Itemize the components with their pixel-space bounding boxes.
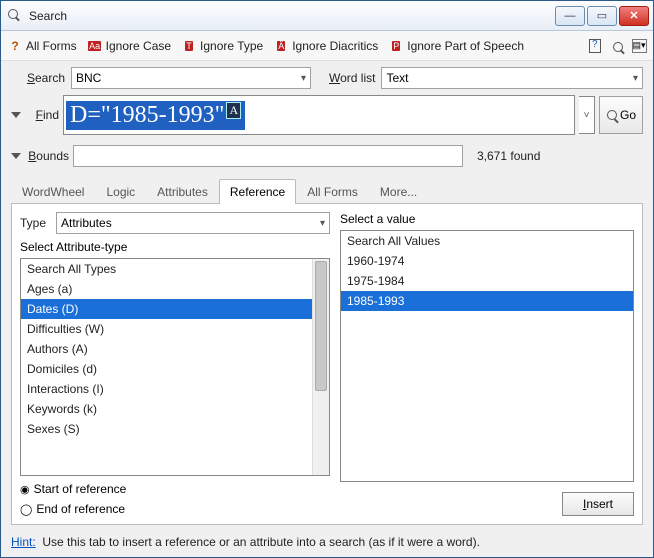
type-label: Type bbox=[20, 216, 50, 230]
tab-reference[interactable]: Reference bbox=[219, 179, 296, 204]
window-title: Search bbox=[29, 9, 555, 23]
close-button[interactable]: ✕ bbox=[619, 6, 649, 26]
list-item[interactable]: Interactions (I) bbox=[21, 379, 312, 399]
list-item[interactable]: 1985-1993 bbox=[341, 291, 633, 311]
search-dropdown[interactable]: BNC bbox=[71, 67, 311, 89]
search-icon[interactable] bbox=[609, 38, 625, 54]
titlebar: Search — ▭ ✕ bbox=[1, 1, 653, 31]
list-item[interactable]: Dates (D) bbox=[21, 299, 312, 319]
tab-all-forms[interactable]: All Forms bbox=[296, 179, 369, 204]
list-item[interactable]: Search All Values bbox=[341, 231, 633, 251]
list-item[interactable]: Search All Types bbox=[21, 259, 312, 279]
tab-attributes[interactable]: Attributes bbox=[146, 179, 219, 204]
list-item[interactable]: Sexes (S) bbox=[21, 419, 312, 439]
find-label: Find bbox=[27, 108, 59, 122]
wordlist-label: Word list bbox=[329, 71, 375, 85]
ignore-pos-button[interactable]: PIgnore Part of Speech bbox=[388, 38, 524, 54]
ignore-case-button[interactable]: AaIgnore Case bbox=[87, 38, 171, 54]
result-count: 3,671 found bbox=[477, 149, 540, 163]
toolbar: ?All Forms AaIgnore Case TIgnore Type ÄI… bbox=[1, 31, 653, 61]
ignore-diacritics-button[interactable]: ÄIgnore Diacritics bbox=[273, 38, 378, 54]
type-dropdown[interactable]: Attributes bbox=[56, 212, 330, 234]
list-item[interactable]: Authors (A) bbox=[21, 339, 312, 359]
attribute-type-list[interactable]: Search All TypesAges (a)Dates (D)Difficu… bbox=[21, 259, 312, 475]
start-of-reference-radio[interactable]: ◉Start of reference bbox=[20, 482, 330, 496]
find-history-dropdown[interactable]: ˅ bbox=[579, 96, 595, 134]
search-label: Search bbox=[11, 71, 65, 85]
help-icon[interactable] bbox=[587, 38, 603, 54]
find-input[interactable]: D="1985-1993"A bbox=[63, 95, 575, 135]
tab-logic[interactable]: Logic bbox=[95, 179, 146, 204]
ignore-type-button[interactable]: TIgnore Type bbox=[181, 38, 263, 54]
app-icon bbox=[7, 8, 23, 24]
list-item[interactable]: Keywords (k) bbox=[21, 399, 312, 419]
bounds-expand-icon[interactable] bbox=[11, 153, 21, 159]
all-forms-button[interactable]: ?All Forms bbox=[7, 38, 77, 54]
value-label: Select a value bbox=[340, 212, 634, 226]
tab-wordwheel[interactable]: WordWheel bbox=[11, 179, 95, 204]
hint: Hint: Use this tab to insert a reference… bbox=[11, 535, 643, 549]
value-list[interactable]: Search All Values1960-19741975-19841985-… bbox=[341, 231, 633, 481]
maximize-button[interactable]: ▭ bbox=[587, 6, 617, 26]
attribute-type-label: Select Attribute-type bbox=[20, 240, 330, 254]
bounds-label: Bounds bbox=[27, 149, 69, 163]
end-of-reference-radio[interactable]: ◯End of reference bbox=[20, 502, 330, 516]
layout-icon[interactable]: ▤▾ bbox=[631, 38, 647, 54]
insert-button[interactable]: Insert bbox=[562, 492, 634, 516]
go-button[interactable]: Go bbox=[599, 96, 643, 134]
tab-more-[interactable]: More... bbox=[369, 179, 428, 204]
scrollbar[interactable] bbox=[312, 259, 329, 475]
wordlist-dropdown[interactable]: Text bbox=[381, 67, 643, 89]
list-item[interactable]: Difficulties (W) bbox=[21, 319, 312, 339]
bounds-input[interactable] bbox=[73, 145, 463, 167]
hint-link[interactable]: Hint: bbox=[11, 535, 36, 549]
list-item[interactable]: 1975-1984 bbox=[341, 271, 633, 291]
ref-tabs: WordWheelLogicAttributesReferenceAll For… bbox=[11, 179, 643, 204]
list-item[interactable]: Ages (a) bbox=[21, 279, 312, 299]
list-item[interactable]: 1960-1974 bbox=[341, 251, 633, 271]
find-expand-icon[interactable] bbox=[11, 112, 21, 118]
list-item[interactable]: Domiciles (d) bbox=[21, 359, 312, 379]
minimize-button[interactable]: — bbox=[555, 6, 585, 26]
